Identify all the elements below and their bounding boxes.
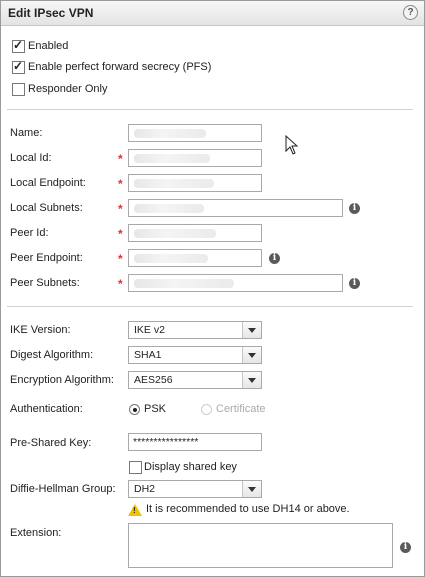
- pfs-label: Enable perfect forward secrecy (PFS): [28, 61, 212, 73]
- peer-endpoint-label: Peer Endpoint:: [10, 252, 83, 264]
- pfs-checkbox[interactable]: [12, 59, 25, 74]
- digest-algorithm-select[interactable]: SHA1: [128, 346, 262, 364]
- dialog-title: Edit IPsec VPN: [8, 6, 94, 20]
- peer-subnets-label: Peer Subnets:: [10, 277, 80, 289]
- authentication-label: Authentication:: [10, 403, 83, 415]
- peer-id-input[interactable]: [128, 224, 262, 242]
- enabled-checkbox[interactable]: [12, 38, 25, 53]
- responder-only-checkbox[interactable]: [12, 83, 25, 96]
- encryption-algorithm-value: AES256: [134, 374, 173, 386]
- required-mark: *: [118, 252, 123, 266]
- local-subnets-label: Local Subnets:: [10, 202, 83, 214]
- dh-group-select[interactable]: DH2: [128, 480, 262, 498]
- required-mark: *: [118, 152, 123, 166]
- peer-id-label: Peer Id:: [10, 227, 49, 239]
- local-id-input[interactable]: [128, 149, 262, 167]
- dialog-titlebar: Edit IPsec VPN ?: [1, 1, 424, 26]
- chevron-down-icon[interactable]: [242, 322, 261, 338]
- required-mark: *: [118, 202, 123, 216]
- dh-group-value: DH2: [134, 483, 156, 495]
- dh-warning-text: It is recommended to use DH14 or above.: [146, 503, 350, 515]
- separator: [7, 109, 413, 110]
- name-input[interactable]: [128, 124, 262, 142]
- extension-label: Extension:: [10, 527, 62, 539]
- ike-version-select[interactable]: IKE v2: [128, 321, 262, 339]
- display-shared-key-checkbox[interactable]: [129, 461, 142, 474]
- mouse-pointer-icon: [285, 135, 299, 155]
- required-mark: *: [118, 277, 123, 291]
- chevron-down-icon[interactable]: [242, 372, 261, 388]
- peer-subnets-input[interactable]: [128, 274, 343, 292]
- psk-radio[interactable]: [129, 404, 140, 415]
- chevron-down-icon[interactable]: [242, 347, 261, 363]
- responder-only-label: Responder Only: [28, 83, 108, 95]
- local-endpoint-input[interactable]: [128, 174, 262, 192]
- psk-radio-label: PSK: [144, 403, 167, 415]
- local-id-label: Local Id:: [10, 152, 52, 164]
- certificate-radio[interactable]: [201, 404, 212, 415]
- info-icon[interactable]: i: [349, 203, 360, 214]
- digest-algorithm-value: SHA1: [134, 349, 162, 361]
- local-endpoint-label: Local Endpoint:: [10, 177, 86, 189]
- required-mark: *: [118, 227, 123, 241]
- help-icon[interactable]: ?: [403, 5, 418, 20]
- display-shared-key-label: Display shared key: [144, 461, 237, 473]
- separator: [7, 306, 413, 307]
- extension-textarea[interactable]: [128, 523, 393, 568]
- certificate-radio-label: Certificate: [216, 403, 266, 415]
- pre-shared-key-input[interactable]: ****************: [128, 433, 262, 451]
- ike-version-label: IKE Version:: [10, 324, 71, 336]
- warning-icon: !: [128, 504, 142, 516]
- info-icon[interactable]: i: [269, 253, 280, 264]
- peer-endpoint-input[interactable]: [128, 249, 262, 267]
- info-icon[interactable]: i: [349, 278, 360, 289]
- ike-version-value: IKE v2: [134, 324, 165, 336]
- chevron-down-icon[interactable]: [242, 481, 261, 497]
- enabled-label: Enabled: [28, 40, 69, 52]
- info-icon[interactable]: i: [400, 542, 411, 553]
- dh-group-label: Diffie-Hellman Group:: [10, 483, 116, 495]
- name-label: Name:: [10, 127, 43, 139]
- edit-ipsec-vpn-dialog: Edit IPsec VPN ? Enabled Enable perfect …: [0, 0, 425, 577]
- pre-shared-key-label: Pre-Shared Key:: [10, 437, 92, 449]
- local-subnets-input[interactable]: [128, 199, 343, 217]
- required-mark: *: [118, 177, 123, 191]
- encryption-algorithm-select[interactable]: AES256: [128, 371, 262, 389]
- digest-algorithm-label: Digest Algorithm:: [10, 349, 94, 361]
- encryption-algorithm-label: Encryption Algorithm:: [10, 374, 114, 386]
